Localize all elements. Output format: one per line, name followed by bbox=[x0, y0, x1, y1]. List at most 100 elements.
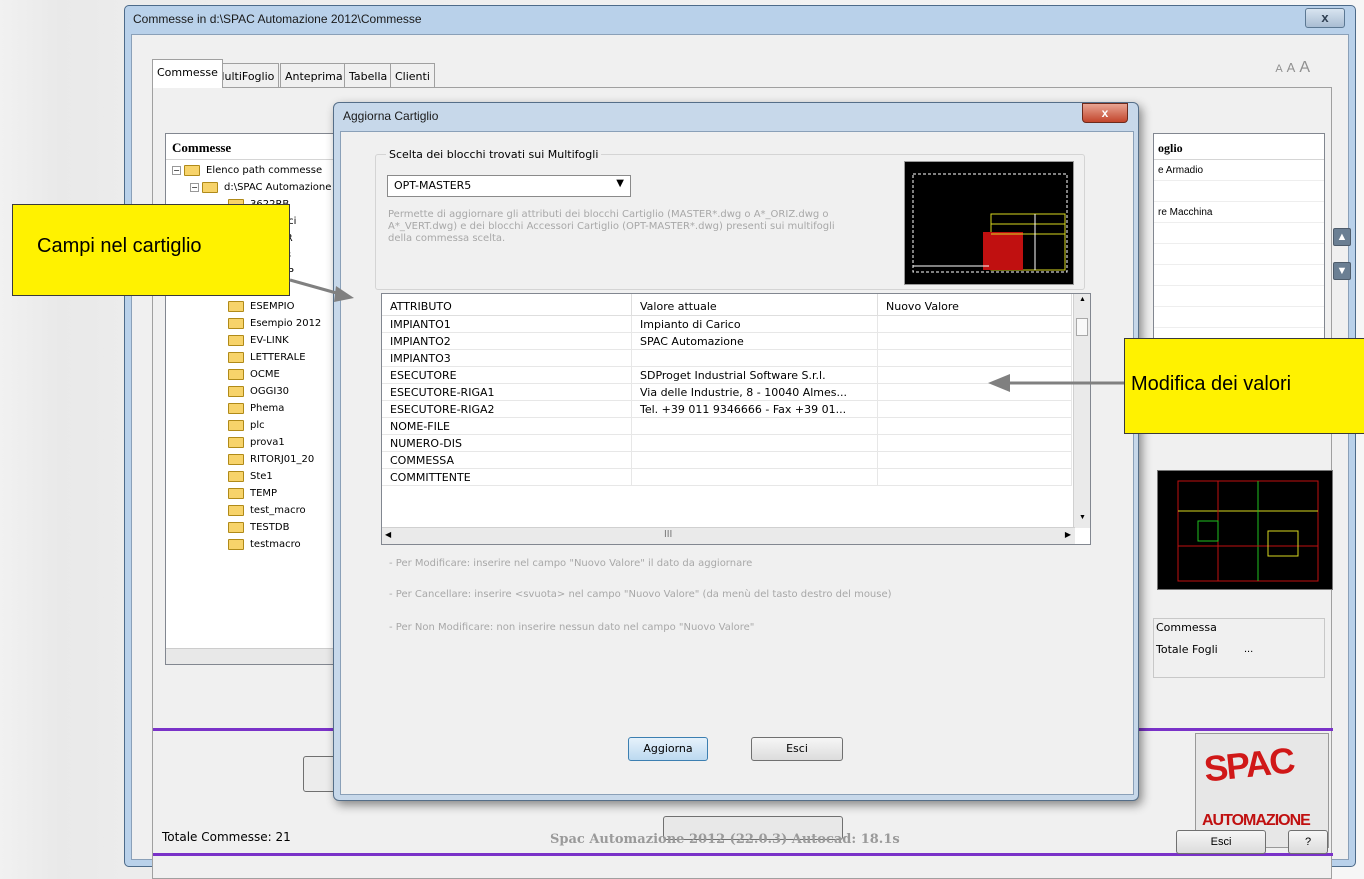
divider bbox=[153, 853, 1333, 856]
table-row[interactable]: ESECUTORE SDProget Industrial Software S.… bbox=[382, 367, 1072, 384]
schematic-drawing-icon bbox=[1177, 480, 1319, 582]
block-thumbnail bbox=[904, 161, 1074, 285]
tab-clienti[interactable]: Clienti bbox=[390, 63, 435, 87]
scroll-left-icon[interactable]: ◀ bbox=[385, 530, 391, 539]
tree-node-root[interactable]: − Elenco path commesse bbox=[172, 162, 342, 179]
tree-node-commessa[interactable]: RITORJ01_20 bbox=[228, 451, 342, 468]
new-value-cell[interactable] bbox=[878, 350, 1072, 367]
tree-node-commessa[interactable]: plc bbox=[228, 417, 342, 434]
list-item[interactable] bbox=[1154, 223, 1324, 244]
table-cell: ESECUTORE-RIGA1 bbox=[382, 384, 632, 401]
font-small-button[interactable]: A bbox=[1275, 63, 1282, 75]
tree-node-commessa[interactable]: Phema bbox=[228, 400, 342, 417]
tab-anteprima[interactable]: Anteprima bbox=[280, 63, 348, 87]
dialog-client-area: Scelta dei blocchi trovati sui Multifogl… bbox=[340, 131, 1134, 795]
list-item[interactable]: re Macchina bbox=[1154, 202, 1324, 223]
move-up-icon[interactable]: ▲ bbox=[1333, 228, 1351, 246]
list-item[interactable] bbox=[1154, 181, 1324, 202]
folder-icon bbox=[228, 402, 244, 414]
window-close-button[interactable]: x bbox=[1305, 8, 1345, 28]
folder-icon bbox=[228, 453, 244, 465]
tree-node-commessa[interactable]: TEMP bbox=[228, 485, 342, 502]
tree-node-commessa[interactable]: Esempio 2012 bbox=[228, 315, 342, 332]
tab-commesse[interactable]: Commesse bbox=[152, 59, 223, 88]
tree-node-commessa[interactable]: OCME bbox=[228, 366, 342, 383]
list-item[interactable] bbox=[1154, 265, 1324, 286]
tree-node-commessa[interactable]: testmacro bbox=[228, 536, 342, 553]
help-button[interactable]: ? bbox=[1288, 830, 1328, 854]
tree-node-commessa[interactable]: Ste1 bbox=[228, 468, 342, 485]
status-version: Spac Automazione 2012 (22.0.3) Autocad: … bbox=[550, 832, 900, 847]
new-value-cell[interactable] bbox=[878, 452, 1072, 469]
table-cell bbox=[632, 350, 878, 367]
exit-button[interactable]: Esci bbox=[1176, 830, 1266, 854]
new-value-cell[interactable] bbox=[878, 418, 1072, 435]
folder-icon bbox=[184, 164, 200, 176]
tab-tabella[interactable]: Tabella bbox=[344, 63, 393, 87]
block-select[interactable]: OPT-MASTER5 ▼ bbox=[387, 175, 631, 197]
tree-node-commessa[interactable]: prova1 bbox=[228, 434, 342, 451]
block-select-value: OPT-MASTER5 bbox=[394, 179, 472, 192]
scroll-thumb-grip[interactable]: III bbox=[664, 529, 672, 540]
tree-node-commessa[interactable]: OGGI30 bbox=[228, 383, 342, 400]
table-row[interactable]: COMMESSA bbox=[382, 452, 1072, 469]
collapse-icon[interactable]: − bbox=[190, 183, 199, 192]
aggiorna-cartiglio-dialog: Aggiorna Cartiglio x Scelta dei blocchi … bbox=[333, 102, 1139, 801]
aggiorna-button[interactable]: Aggiorna bbox=[628, 737, 708, 761]
tree-node-commessa[interactable]: EV-LINK bbox=[228, 332, 342, 349]
grid-vertical-scrollbar[interactable]: ▲ ▼ bbox=[1073, 294, 1090, 528]
tree-horizontal-scrollbar[interactable] bbox=[166, 648, 344, 664]
commessa-label: Commessa bbox=[1156, 621, 1217, 634]
tree-node-path[interactable]: − d:\SPAC Automazione bbox=[172, 179, 342, 196]
folder-icon bbox=[228, 334, 244, 346]
table-cell: COMMESSA bbox=[382, 452, 632, 469]
table-cell: IMPIANTO2 bbox=[382, 333, 632, 350]
scroll-up-icon[interactable]: ▲ bbox=[1079, 296, 1086, 303]
new-value-cell[interactable] bbox=[878, 333, 1072, 350]
list-item[interactable] bbox=[1154, 286, 1324, 307]
folder-icon bbox=[228, 487, 244, 499]
new-value-cell[interactable] bbox=[878, 316, 1072, 333]
font-medium-button[interactable]: A bbox=[1287, 60, 1296, 75]
table-row[interactable]: IMPIANTO1 Impianto di Carico bbox=[382, 316, 1072, 333]
table-row[interactable]: COMMITTENTE bbox=[382, 469, 1072, 486]
folder-icon bbox=[228, 436, 244, 448]
list-item[interactable] bbox=[1154, 307, 1324, 328]
font-large-button[interactable]: A bbox=[1299, 59, 1310, 76]
scroll-right-icon[interactable]: ▶ bbox=[1065, 530, 1071, 539]
table-row[interactable]: IMPIANTO2 SPAC Automazione bbox=[382, 333, 1072, 350]
attributes-grid[interactable]: ATTRIBUTO Valore attuale Nuovo Valore IM… bbox=[381, 293, 1091, 545]
title-block-drawing-icon bbox=[912, 173, 1068, 273]
scroll-thumb[interactable] bbox=[1076, 318, 1088, 336]
new-value-cell[interactable] bbox=[878, 469, 1072, 486]
tree-node-commessa[interactable]: TESTDB bbox=[228, 519, 342, 536]
tree-node-commessa[interactable]: test_macro bbox=[228, 502, 342, 519]
chevron-down-icon[interactable]: ▼ bbox=[616, 178, 624, 189]
callout-campi-cartiglio: Campi nel cartiglio bbox=[12, 204, 290, 296]
move-down-icon[interactable]: ▼ bbox=[1333, 262, 1351, 280]
folder-icon bbox=[228, 351, 244, 363]
table-row[interactable]: NOME-FILE bbox=[382, 418, 1072, 435]
table-cell bbox=[632, 452, 878, 469]
table-cell bbox=[632, 418, 878, 435]
scroll-down-icon[interactable]: ▼ bbox=[1079, 514, 1086, 521]
table-row[interactable]: ESECUTORE-RIGA1 Via delle Industrie, 8 - … bbox=[382, 384, 1072, 401]
table-row[interactable]: IMPIANTO3 bbox=[382, 350, 1072, 367]
grid-horizontal-scrollbar[interactable]: ◀ III ▶ bbox=[382, 527, 1075, 544]
table-row[interactable]: ESECUTORE-RIGA2 Tel. +39 011 9346666 - Fa… bbox=[382, 401, 1072, 418]
new-value-cell[interactable] bbox=[878, 401, 1072, 418]
collapse-icon[interactable]: − bbox=[172, 166, 181, 175]
column-header-attributo[interactable]: ATTRIBUTO bbox=[382, 294, 632, 316]
esci-button[interactable]: Esci bbox=[751, 737, 843, 761]
font-size-selector[interactable]: AAA bbox=[1271, 59, 1310, 77]
totale-fogli-value: ... bbox=[1244, 643, 1254, 655]
dialog-close-button[interactable]: x bbox=[1082, 103, 1128, 123]
tree-node-commessa[interactable]: LETTERALE bbox=[228, 349, 342, 366]
column-header-nuovo-valore[interactable]: Nuovo Valore bbox=[878, 294, 1072, 316]
column-header-valore-attuale[interactable]: Valore attuale bbox=[632, 294, 878, 316]
folder-icon bbox=[228, 538, 244, 550]
table-row[interactable]: NUMERO-DIS bbox=[382, 435, 1072, 452]
list-item[interactable]: e Armadio bbox=[1154, 160, 1324, 181]
list-item[interactable] bbox=[1154, 244, 1324, 265]
new-value-cell[interactable] bbox=[878, 435, 1072, 452]
